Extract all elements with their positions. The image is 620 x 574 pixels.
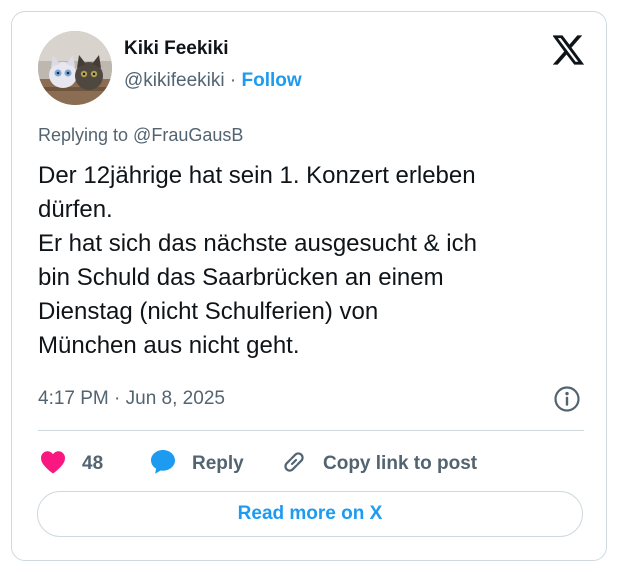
author-handle[interactable]: @kikifeekiki <box>124 70 225 91</box>
tweet-card: Kiki Feekiki @kikifeekiki · Follow Reply… <box>11 11 607 561</box>
replying-to[interactable]: Replying to @FrauGausB <box>38 125 243 146</box>
reply-button[interactable]: Reply <box>149 449 244 479</box>
avatar[interactable] <box>38 31 112 105</box>
tweet-line: bin Schuld das Saarbrücken an einem <box>38 264 444 291</box>
heart-icon <box>40 450 66 479</box>
copy-link-label: Copy link to post <box>323 453 478 474</box>
reply-label: Reply <box>192 453 244 474</box>
cats-avatar-image <box>38 31 112 105</box>
tweet-line: Dienstag (nicht Schulferien) von <box>38 298 379 325</box>
handle-separator: · <box>229 70 237 91</box>
like-count: 48 <box>82 453 104 474</box>
link-icon <box>280 448 308 481</box>
like-button[interactable]: 48 <box>40 449 103 479</box>
info-icon[interactable] <box>553 385 581 413</box>
copy-link-button[interactable]: Copy link to post <box>280 449 477 479</box>
divider <box>38 430 584 431</box>
author-name[interactable]: Kiki Feekiki <box>124 38 229 60</box>
read-more-button[interactable]: Read more on X <box>37 491 583 537</box>
tweet-line: Der 12jährige hat sein 1. Konzert erlebe… <box>38 162 476 189</box>
speech-bubble-icon <box>149 448 177 481</box>
follow-link[interactable]: Follow <box>241 70 301 91</box>
tweet-line: München aus nicht geht. <box>38 332 300 359</box>
x-logo-icon[interactable] <box>552 35 585 65</box>
author-handle-row: @kikifeekiki · Follow <box>124 70 302 92</box>
tweet-timestamp[interactable]: 4:17 PM · Jun 8, 2025 <box>38 388 225 410</box>
tweet-line: Er hat sich das nächste ausgesucht & ich <box>38 230 477 257</box>
tweet-text: Der 12jährige hat sein 1. Konzert erlebe… <box>38 159 598 363</box>
tweet-line: dürfen. <box>38 196 113 223</box>
